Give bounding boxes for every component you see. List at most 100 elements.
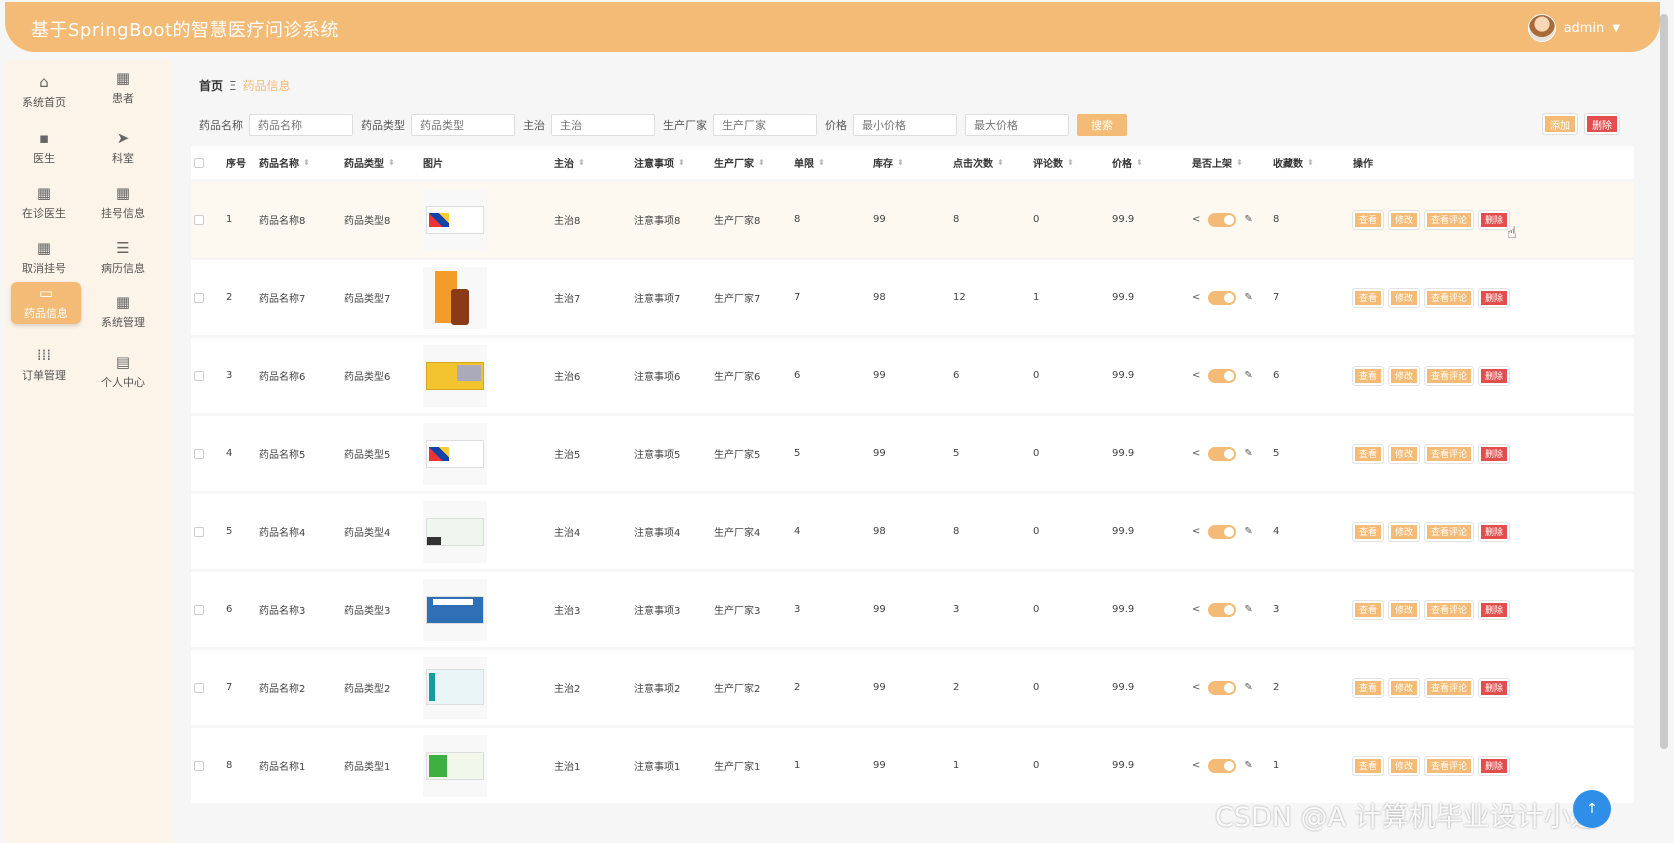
medicine-image[interactable] bbox=[423, 656, 487, 719]
share-icon[interactable]: < bbox=[1192, 292, 1200, 303]
sort-icon[interactable]: ⬍ bbox=[578, 158, 585, 167]
on-shelf-toggle[interactable] bbox=[1208, 368, 1237, 383]
page-scrollbar[interactable] bbox=[1660, 14, 1668, 749]
select-all-checkbox[interactable] bbox=[194, 157, 204, 168]
edit-button[interactable]: 修改 bbox=[1389, 600, 1420, 619]
sort-icon[interactable]: ⬍ bbox=[303, 158, 310, 167]
edit-button[interactable]: 修改 bbox=[1389, 522, 1420, 541]
row-checkbox[interactable] bbox=[194, 604, 204, 615]
share-icon[interactable]: < bbox=[1192, 448, 1200, 459]
row-checkbox[interactable] bbox=[194, 682, 204, 693]
medicine-image[interactable] bbox=[423, 500, 487, 563]
sort-icon[interactable]: ⬍ bbox=[1236, 158, 1243, 167]
table-row[interactable]: 1 药品名称8 药品类型8 主治8 注意事项8 生产厂家8 8 99 8 0 99.9 8 < ✎ 查看 … bbox=[191, 182, 1634, 257]
type-filter-input[interactable] bbox=[411, 114, 515, 136]
edit-button[interactable]: 修改 bbox=[1389, 210, 1420, 229]
row-checkbox[interactable] bbox=[194, 760, 204, 771]
sort-icon[interactable]: ⬍ bbox=[1136, 158, 1143, 167]
view-comments-button[interactable]: 查看评论 bbox=[1425, 288, 1474, 307]
sidebar-item-orders[interactable]: ⁞⁞⁞ 订单管理 bbox=[9, 343, 79, 387]
sort-icon[interactable]: ⬍ bbox=[758, 158, 765, 167]
on-shelf-toggle[interactable] bbox=[1208, 290, 1237, 305]
treat-filter-input[interactable] bbox=[551, 114, 655, 136]
view-button[interactable]: 查看 bbox=[1353, 756, 1384, 775]
view-button[interactable]: 查看 bbox=[1353, 288, 1384, 307]
row-checkbox[interactable] bbox=[194, 214, 204, 225]
view-comments-button[interactable]: 查看评论 bbox=[1425, 522, 1474, 541]
on-shelf-toggle[interactable] bbox=[1208, 524, 1237, 539]
delete-row-button[interactable]: 删除 bbox=[1479, 522, 1510, 541]
delete-row-button[interactable]: 删除 bbox=[1479, 210, 1510, 229]
delete-row-button[interactable]: 删除 bbox=[1479, 366, 1510, 385]
view-button[interactable]: 查看 bbox=[1353, 522, 1384, 541]
pencil-icon[interactable]: ✎ bbox=[1244, 526, 1252, 537]
delete-row-button[interactable]: 删除 bbox=[1479, 600, 1510, 619]
header-on-shelf[interactable]: 是否上架 ⬍ bbox=[1192, 146, 1243, 179]
view-button[interactable]: 查看 bbox=[1353, 600, 1384, 619]
add-button[interactable]: 添加 bbox=[1543, 114, 1577, 134]
view-comments-button[interactable]: 查看评论 bbox=[1425, 444, 1474, 463]
header-price[interactable]: 价格 ⬍ bbox=[1112, 146, 1143, 179]
share-icon[interactable]: < bbox=[1192, 760, 1200, 771]
share-icon[interactable]: < bbox=[1192, 682, 1200, 693]
edit-button[interactable]: 修改 bbox=[1389, 288, 1420, 307]
view-comments-button[interactable]: 查看评论 bbox=[1425, 366, 1474, 385]
view-button[interactable]: 查看 bbox=[1353, 366, 1384, 385]
user-menu[interactable]: admin ▼ bbox=[1527, 14, 1620, 42]
sidebar-item-on-duty-doctors[interactable]: ▦ 在诊医生 bbox=[9, 181, 79, 225]
header-stock[interactable]: 库存 ⬍ bbox=[873, 146, 904, 179]
table-row[interactable]: 7 药品名称2 药品类型2 主治2 注意事项2 生产厂家2 2 99 2 0 99.9 2 < ✎ 查看 … bbox=[191, 650, 1634, 725]
header-comments[interactable]: 评论数 ⬍ bbox=[1033, 146, 1074, 179]
scroll-top-button[interactable]: ↑ bbox=[1573, 790, 1611, 828]
search-button[interactable]: 搜索 bbox=[1077, 114, 1127, 136]
edit-button[interactable]: 修改 bbox=[1389, 756, 1420, 775]
medicine-image[interactable] bbox=[423, 344, 487, 407]
header-limit[interactable]: 单限 ⬍ bbox=[794, 146, 825, 179]
share-icon[interactable]: < bbox=[1192, 526, 1200, 537]
maker-filter-input[interactable] bbox=[713, 114, 817, 136]
sidebar-item-doctors[interactable]: ▪ 医生 bbox=[9, 126, 79, 170]
delete-row-button[interactable]: 删除 bbox=[1479, 756, 1510, 775]
sort-icon[interactable]: ⬍ bbox=[1067, 158, 1074, 167]
on-shelf-toggle[interactable] bbox=[1208, 680, 1237, 695]
header-type[interactable]: 药品类型 ⬍ bbox=[344, 146, 395, 179]
medicine-image[interactable] bbox=[423, 266, 487, 329]
chevron-down-icon[interactable]: ▼ bbox=[1612, 23, 1620, 34]
view-comments-button[interactable]: 查看评论 bbox=[1425, 756, 1474, 775]
view-button[interactable]: 查看 bbox=[1353, 678, 1384, 697]
min-price-input[interactable] bbox=[853, 114, 957, 136]
table-row[interactable]: 2 药品名称7 药品类型7 主治7 注意事项7 生产厂家7 7 98 12 1 99.9 7 < ✎ 查看… bbox=[191, 260, 1634, 335]
share-icon[interactable]: < bbox=[1192, 214, 1200, 225]
row-checkbox[interactable] bbox=[194, 370, 204, 381]
sort-icon[interactable]: ⬍ bbox=[388, 158, 395, 167]
sidebar-item-departments[interactable]: ➤ 科室 bbox=[88, 126, 158, 170]
edit-button[interactable]: 修改 bbox=[1389, 366, 1420, 385]
sort-icon[interactable]: ⬍ bbox=[897, 158, 904, 167]
share-icon[interactable]: < bbox=[1192, 370, 1200, 381]
sidebar-item-system[interactable]: ▦ 系统管理 bbox=[88, 290, 158, 334]
avatar[interactable] bbox=[1527, 14, 1556, 42]
breadcrumb-home[interactable]: 首页 bbox=[199, 77, 223, 94]
row-checkbox[interactable] bbox=[194, 292, 204, 303]
sidebar-item-profile[interactable]: ▤ 个人中心 bbox=[88, 350, 158, 394]
sort-icon[interactable]: ⬍ bbox=[678, 158, 685, 167]
table-row[interactable]: 6 药品名称3 药品类型3 主治3 注意事项3 生产厂家3 3 99 3 0 99.9 3 < ✎ 查看 … bbox=[191, 572, 1634, 647]
header-name[interactable]: 药品名称 ⬍ bbox=[259, 146, 310, 179]
delete-button[interactable]: 删除 bbox=[1585, 114, 1619, 134]
delete-row-button[interactable]: 删除 bbox=[1479, 288, 1510, 307]
sidebar-item-medical-records[interactable]: ☰ 病历信息 bbox=[88, 236, 158, 280]
pencil-icon[interactable]: ✎ bbox=[1244, 292, 1252, 303]
header-treat[interactable]: 主治 ⬍ bbox=[554, 146, 585, 179]
header-clicks[interactable]: 点击次数 ⬍ bbox=[953, 146, 1004, 179]
view-comments-button[interactable]: 查看评论 bbox=[1425, 678, 1474, 697]
share-icon[interactable]: < bbox=[1192, 604, 1200, 615]
table-row[interactable]: 4 药品名称5 药品类型5 主治5 注意事项5 生产厂家5 5 99 5 0 99.9 5 < ✎ 查看 … bbox=[191, 416, 1634, 491]
table-row[interactable]: 5 药品名称4 药品类型4 主治4 注意事项4 生产厂家4 4 98 8 0 99.9 4 < ✎ 查看 … bbox=[191, 494, 1634, 569]
row-checkbox[interactable] bbox=[194, 448, 204, 459]
medicine-image[interactable] bbox=[423, 734, 487, 797]
on-shelf-toggle[interactable] bbox=[1208, 446, 1237, 461]
pencil-icon[interactable]: ✎ bbox=[1244, 448, 1252, 459]
sort-icon[interactable]: ⬍ bbox=[1307, 158, 1314, 167]
pencil-icon[interactable]: ✎ bbox=[1244, 760, 1252, 771]
table-row[interactable]: 3 药品名称6 药品类型6 主治6 注意事项6 生产厂家6 6 99 6 0 99.9 6 < ✎ 查看 … bbox=[191, 338, 1634, 413]
